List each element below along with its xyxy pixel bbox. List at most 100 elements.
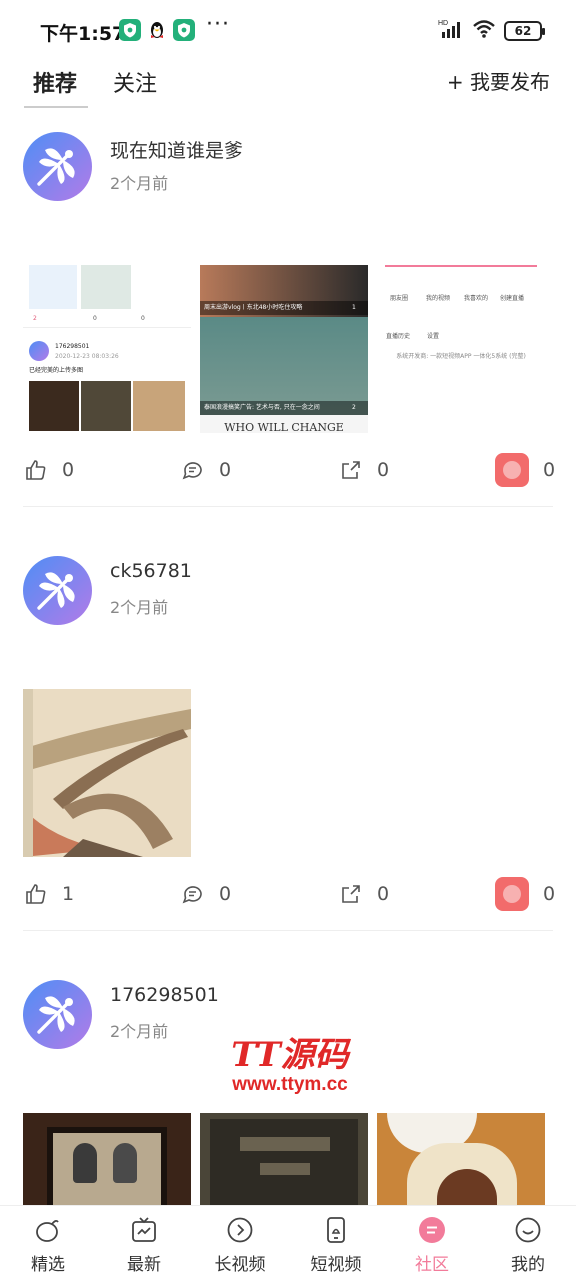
comment-count: 0	[219, 883, 232, 905]
mini-video-title: 周末出游vlog丨东北48小时吃住攻略	[204, 304, 303, 311]
divider	[23, 930, 553, 931]
nav-item-featured[interactable]: 精选	[0, 1206, 96, 1280]
tab-recommend[interactable]: 推荐	[33, 66, 77, 98]
post-card[interactable]: ck56781 2个月前 1 0 0 0	[0, 554, 576, 954]
gift-count: 0	[543, 459, 556, 481]
nav-item-mine[interactable]: 我的	[480, 1206, 576, 1280]
post-image[interactable]: 周末出游vlog丨东北48小时吃住攻略 1 泰国浪漫搞笑广告: 艺术与否, 只在…	[200, 265, 368, 433]
like-button[interactable]: 0	[24, 452, 74, 488]
community-icon	[419, 1217, 445, 1243]
share-count: 0	[377, 883, 390, 905]
mini-menu-item: 直播历史	[385, 333, 410, 340]
mini-menu-item: 我的视频	[425, 295, 450, 302]
wifi-icon	[472, 19, 496, 43]
status-time: 下午1:57	[40, 23, 126, 45]
comment-icon	[182, 886, 202, 904]
thumb-up-icon	[26, 884, 46, 904]
shield-app-icon	[173, 19, 195, 41]
nav-item-community[interactable]: 社区	[384, 1206, 480, 1280]
mini-caption: 已经完美的上传多图	[29, 367, 84, 374]
comment-button[interactable]: 0	[181, 452, 231, 488]
network-type: HD	[438, 20, 448, 27]
nav-label: 最新	[127, 1255, 161, 1275]
thumb-up-icon	[26, 460, 46, 480]
post-time: 2个月前	[110, 598, 169, 617]
post-time: 2个月前	[110, 1022, 169, 1041]
publish-button[interactable]: + 我要发布	[447, 66, 550, 95]
share-button[interactable]: 0	[339, 452, 389, 488]
nav-label: 长视频	[214, 1255, 266, 1275]
status-bar: 下午1:57 ··· HD 62	[0, 0, 576, 60]
watermark-title: TT源码	[231, 1035, 349, 1075]
share-button[interactable]: 0	[339, 876, 389, 912]
avatar[interactable]	[23, 980, 92, 1049]
gift-button[interactable]: 0	[495, 452, 555, 488]
gift-icon	[495, 877, 529, 911]
nav-item-short-video[interactable]: 短视频	[288, 1206, 384, 1280]
mini-video-likes: 2	[352, 404, 356, 411]
share-icon	[342, 885, 360, 903]
avatar[interactable]	[23, 556, 92, 625]
gift-count: 0	[543, 883, 556, 905]
mini-footer: 系统开发商: 一款短视频APP 一体化5系统 (完整)	[396, 353, 526, 360]
nav-label: 精选	[31, 1255, 65, 1275]
nav-label: 短视频	[310, 1255, 362, 1275]
tab-follow[interactable]: 关注	[113, 66, 157, 98]
comment-button[interactable]: 0	[181, 876, 231, 912]
dragonfly-icon	[37, 572, 75, 610]
mini-share-count: 0	[141, 315, 145, 322]
divider	[23, 506, 553, 507]
mini-user: 176298501	[55, 343, 90, 350]
watermark-url: www.ttym.cc	[232, 1074, 348, 1095]
post-image[interactable]: 朋友圈 我的视频 我喜欢的 创建直播 直播历史 设置 系统开发商: 一款短视频A…	[377, 265, 545, 433]
mini-video-likes: 1	[352, 304, 356, 311]
like-count: 0	[62, 459, 75, 481]
mini-menu-item: 创建直播	[499, 295, 524, 302]
comment-icon	[182, 462, 202, 480]
post-image[interactable]	[377, 1113, 545, 1205]
mini-video-title: 泰国浪漫搞笑广告: 艺术与否, 只在一念之间	[204, 404, 320, 411]
like-count: 1	[62, 883, 75, 905]
post-card[interactable]: 现在知道谁是爹 2个月前 2 0 0 176298501 2020-12-23 …	[0, 130, 576, 530]
like-button[interactable]: 1	[24, 876, 74, 912]
comment-count: 0	[219, 459, 232, 481]
post-author[interactable]: ck56781	[110, 560, 192, 582]
tab-underline	[24, 106, 88, 108]
post-image[interactable]	[23, 1113, 191, 1205]
bridge-painting	[23, 689, 191, 857]
share-icon	[342, 461, 360, 479]
play-circle-icon	[227, 1217, 253, 1243]
nav-item-long-video[interactable]: 长视频	[192, 1206, 288, 1280]
shield-app-icon	[119, 19, 141, 41]
mini-like-count: 2	[33, 315, 37, 322]
post-image[interactable]	[23, 689, 191, 857]
signal-icon: HD	[438, 18, 464, 44]
avatar[interactable]	[23, 132, 92, 201]
dragonfly-icon	[37, 148, 75, 186]
tv-icon	[132, 1217, 156, 1242]
penguin-app-icon	[146, 19, 168, 41]
mini-comment-count: 0	[93, 315, 97, 322]
gift-button[interactable]: 0	[495, 876, 555, 912]
nav-label: 我的	[511, 1255, 545, 1275]
phone-icon	[327, 1217, 345, 1243]
gift-icon	[495, 453, 529, 487]
post-author[interactable]: 176298501	[110, 984, 219, 1006]
nav-item-latest[interactable]: 最新	[96, 1206, 192, 1280]
post-author[interactable]: 现在知道谁是爹	[110, 136, 243, 163]
post-image[interactable]	[200, 1113, 368, 1205]
post-image[interactable]: 2 0 0 176298501 2020-12-23 08:03:26 已经完美…	[23, 265, 191, 433]
top-tabs: 推荐 关注 + 我要发布	[0, 60, 576, 110]
bottom-nav: 精选 最新 长视频 短视频 社区 我的	[0, 1205, 576, 1280]
dragonfly-icon	[37, 996, 75, 1034]
image-grid	[23, 1113, 553, 1205]
mini-menu-item: 我喜欢的	[463, 295, 488, 302]
mini-menu-item: 设置	[426, 333, 439, 340]
mini-date: 2020-12-23 08:03:26	[55, 353, 119, 360]
mini-footer-text: WHO WILL CHANGE	[224, 421, 344, 433]
egg-icon	[36, 1219, 59, 1242]
watermark: TT源码 www.ttym.cc	[210, 1036, 370, 1096]
image-grid: 2 0 0 176298501 2020-12-23 08:03:26 已经完美…	[23, 265, 553, 433]
share-count: 0	[377, 459, 390, 481]
nav-label: 社区	[415, 1255, 449, 1275]
